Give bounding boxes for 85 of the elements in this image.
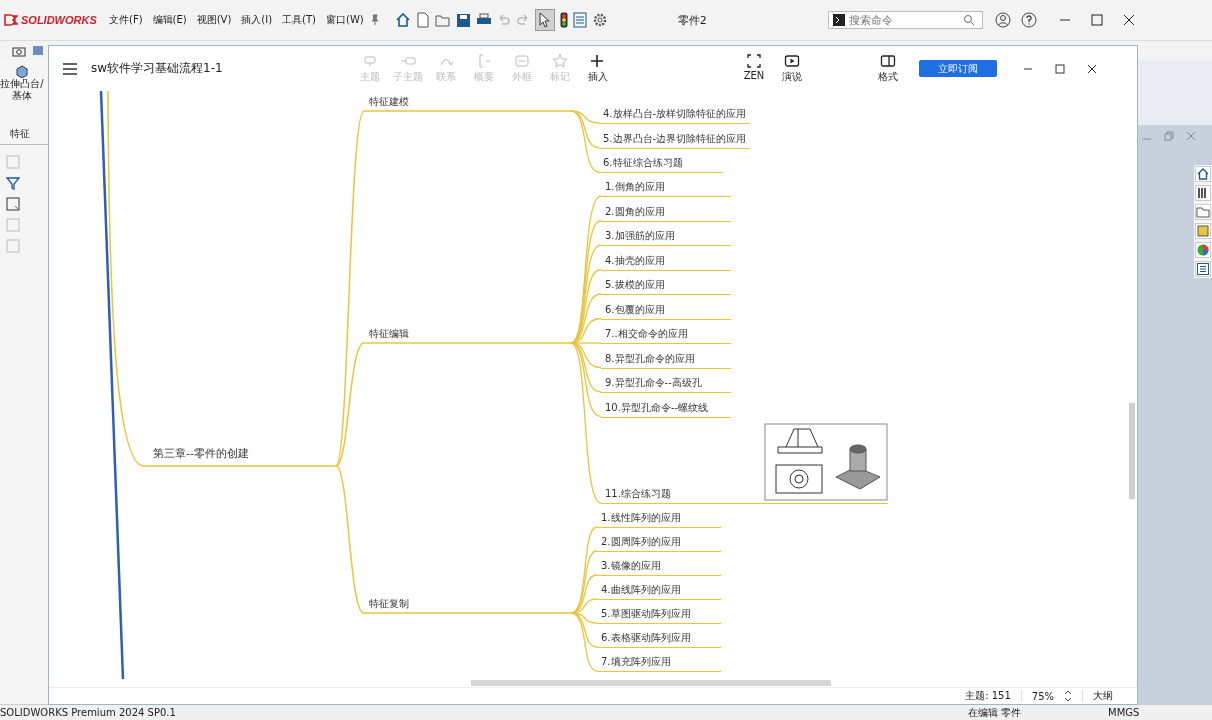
new-document-icon[interactable] [415, 12, 430, 28]
folder-icon[interactable] [1195, 204, 1211, 220]
topic-node[interactable]: 5.草图驱动阵列应用 [597, 607, 721, 624]
marker-icon [552, 53, 568, 69]
topic-count: 主题: 151 [965, 689, 1011, 703]
insert-icon [590, 53, 606, 69]
menu-item[interactable]: 插入(I) [236, 13, 278, 27]
topic-node[interactable]: 4.放样凸台-放样切除特征的应用 [599, 107, 751, 124]
camera-icon[interactable] [12, 45, 26, 57]
topic-node[interactable]: 4.曲线阵列的应用 [597, 583, 721, 600]
help-icon[interactable] [1020, 12, 1037, 28]
topic-node[interactable]: 2.圆周阵列的应用 [597, 535, 721, 552]
cursor-icon[interactable] [534, 9, 555, 31]
topic-node[interactable]: 6.表格驱动阵列应用 [597, 631, 721, 648]
view-button[interactable]: 演说 [773, 53, 811, 84]
document-title: 零件2 [677, 12, 708, 28]
toolbar-button[interactable]: 插入 [579, 53, 617, 84]
product-version: SOLIDWORKS Premium 2024 SP0.1 [0, 707, 177, 718]
zen-icon [746, 53, 762, 69]
topic-node[interactable]: 1.线性阵列的应用 [597, 511, 721, 528]
user-icon[interactable] [994, 12, 1011, 28]
save-icon[interactable] [455, 12, 471, 28]
folder-icon[interactable] [434, 12, 451, 28]
topic-node[interactable]: 5.边界凸台-边界切除特征的应用 [599, 131, 751, 149]
topic-node[interactable]: 7..相交命令的应用 [601, 327, 731, 344]
topic-node[interactable]: 10.异型孔命令--螺纹线 [601, 400, 731, 418]
appearance-icon[interactable] [1195, 242, 1211, 258]
topic-node[interactable]: 3.加强筋的应用 [601, 229, 731, 246]
topic-node[interactable]: 特征复制 [369, 597, 409, 611]
view-button[interactable]: ZEN [735, 53, 773, 84]
topic-node[interactable]: 9.异型孔命令--高级孔 [601, 376, 731, 393]
maximize-icon[interactable] [1055, 63, 1065, 74]
topic-node[interactable]: 3.镜像的应用 [597, 559, 721, 576]
close-icon[interactable] [1087, 63, 1097, 74]
topic-node[interactable]: 特征编辑 [369, 327, 409, 341]
library-icon[interactable] [1195, 185, 1211, 201]
topic-icon [362, 53, 378, 69]
edit-mode: 在编辑 零件 [968, 705, 1023, 720]
close-icon[interactable] [1122, 14, 1135, 26]
topic-node[interactable]: 5.拔模的应用 [601, 278, 731, 295]
search-icon [962, 14, 975, 26]
units-selector[interactable]: MMGS [1108, 707, 1140, 718]
menu-item[interactable]: 工具(T) [277, 13, 322, 27]
search-box[interactable]: 搜索命令 [827, 11, 983, 29]
app-logo: SOLIDWORKS [21, 14, 97, 26]
topic-node[interactable]: 4.抽壳的应用 [601, 253, 731, 271]
settings-icon[interactable] [591, 12, 608, 28]
format-icon [880, 53, 896, 69]
topic-node[interactable]: 1.倒角的应用 [601, 180, 731, 197]
menu-item[interactable]: 视图(V) [191, 13, 237, 27]
outline-button[interactable]: 大纲 [1093, 689, 1113, 703]
topic-node[interactable]: 6.包覆的应用 [601, 302, 731, 320]
filter-icon[interactable] [6, 176, 20, 190]
topic-node[interactable]: 6.特征综合练习题 [599, 156, 723, 173]
logo-icon [4, 14, 18, 26]
topic-node[interactable]: 7.填充阵列应用 [597, 655, 721, 672]
topic-node[interactable]: 11.综合练习题 [605, 487, 671, 501]
zoom-level[interactable]: 75% [1031, 690, 1054, 702]
subscribe-button[interactable]: 立即订阅 [919, 60, 997, 77]
traffic-light-icon[interactable] [559, 12, 568, 28]
boundary-icon [514, 53, 530, 69]
menu-item[interactable]: 文件(F) [104, 13, 148, 27]
summary-icon [476, 53, 492, 69]
scrollbar-thumb[interactable] [471, 680, 831, 686]
extrude-button[interactable]: 拉伸凸台/基体 [0, 60, 44, 102]
palette-icon[interactable] [1195, 223, 1211, 239]
menu-item[interactable]: 编辑(E) [147, 13, 192, 27]
part-drawing-image[interactable] [764, 423, 888, 501]
pitch-icon [784, 53, 800, 69]
stepper-icon[interactable] [1064, 690, 1072, 702]
menu-item[interactable]: 窗口(W) [321, 13, 369, 27]
home-icon[interactable] [394, 12, 411, 28]
properties-icon[interactable] [1195, 261, 1211, 277]
topic-node[interactable]: 第三章--零件的创建 [153, 447, 249, 461]
extrude-icon [15, 64, 29, 78]
view-button[interactable]: 格式 [869, 53, 907, 84]
topic-node[interactable]: 8.异型孔命令的应用 [601, 351, 731, 369]
topic-node[interactable]: 特征建模 [369, 95, 409, 109]
terminal-icon [832, 14, 845, 26]
topic-node[interactable]: 2.圆角的应用 [601, 204, 731, 222]
menu-icon[interactable] [63, 62, 77, 75]
maximize-icon[interactable] [1090, 14, 1103, 26]
scrollbar-thumb[interactable] [1129, 403, 1135, 499]
mindmap-title: sw软件学习基础流程1-1 [91, 60, 224, 77]
search-field[interactable]: 搜索命令 [848, 13, 959, 27]
